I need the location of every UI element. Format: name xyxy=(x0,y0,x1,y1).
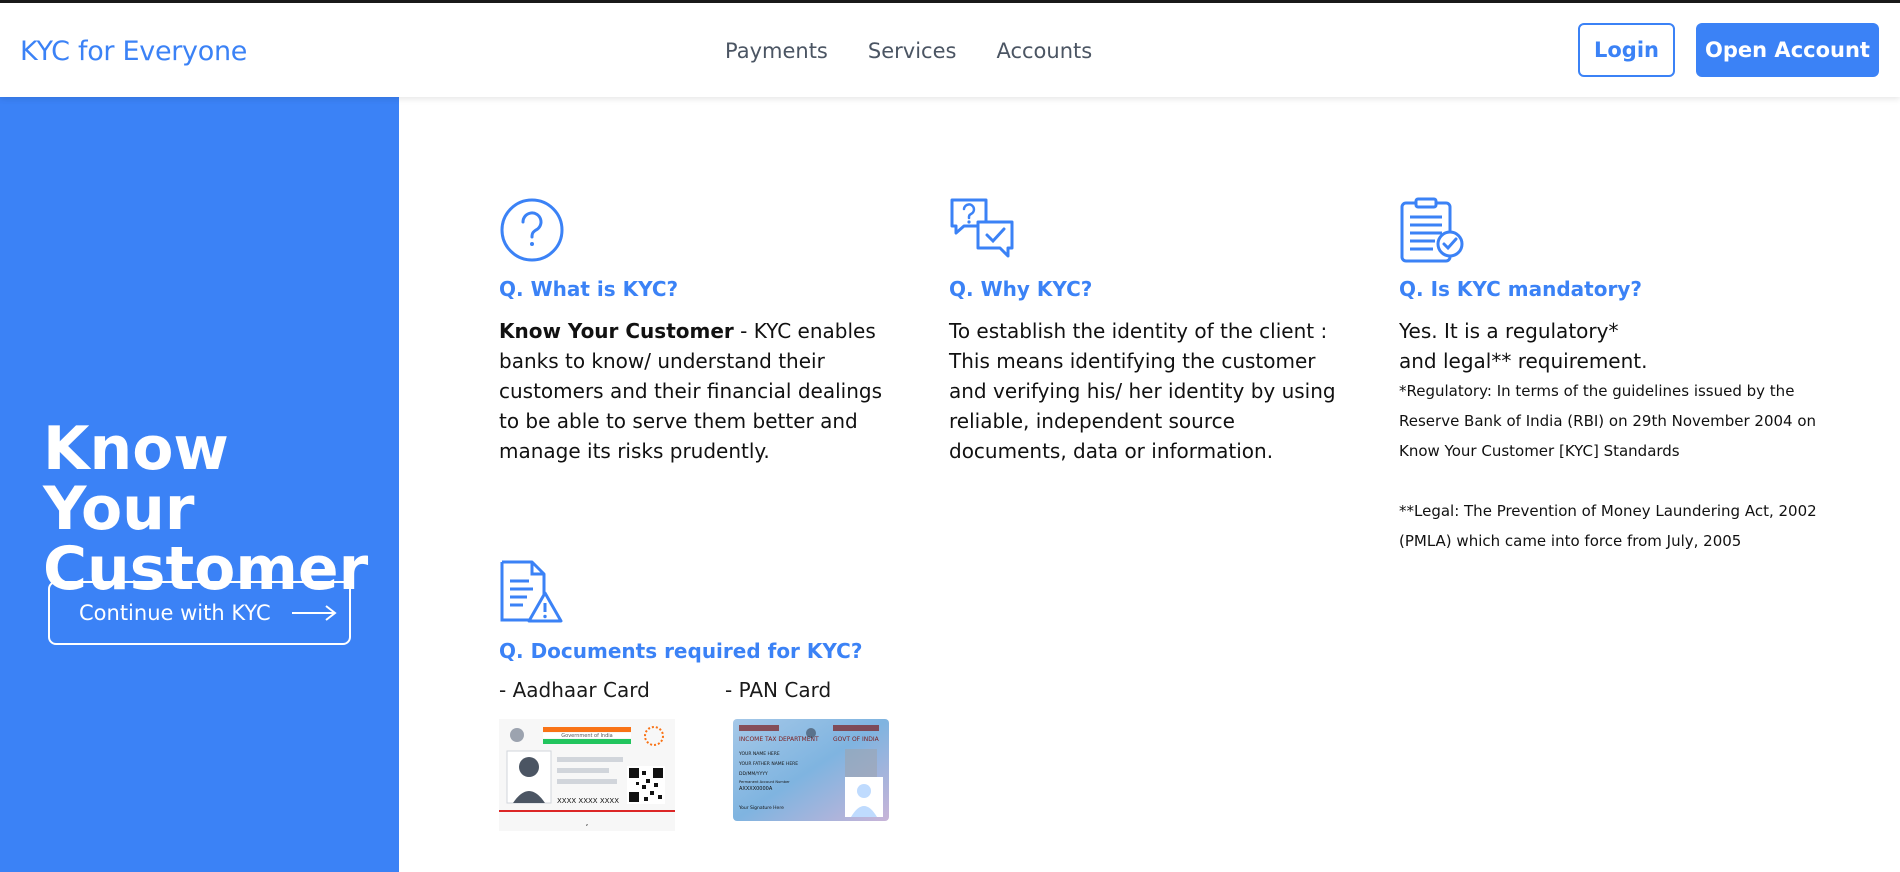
faq-answer-line1: Yes. It is a regulatory* xyxy=(1399,319,1619,343)
aadhaar-number-mask: XXXX XXXX XXXX xyxy=(557,797,619,805)
faq-answer: To establish the identity of the client … xyxy=(949,319,1336,463)
question-circle-icon xyxy=(500,198,564,262)
doc-pan-label: - PAN Card xyxy=(725,678,832,702)
hero-title-line1: Know Your xyxy=(43,414,229,544)
pan-account-label: Permanent Account Number xyxy=(739,780,790,784)
main-nav: Payments Services Accounts xyxy=(725,39,1092,63)
chat-question-check-icon xyxy=(950,198,1014,258)
aadhaar-footer-mark: , xyxy=(586,818,589,827)
arrow-right-icon xyxy=(291,605,337,621)
continue-kyc-label: Continue with KYC xyxy=(79,601,271,625)
nav-accounts[interactable]: Accounts xyxy=(996,39,1092,63)
faq-answer: Yes. It is a regulatory* and legal** req… xyxy=(1399,316,1819,376)
nav-services[interactable]: Services xyxy=(868,39,957,63)
pan-number-mask: AXXXX0000A xyxy=(739,786,773,792)
doc-aadhaar-label: - Aadhaar Card xyxy=(499,678,650,702)
aadhaar-header-text: Government of India xyxy=(561,733,612,739)
continue-kyc-button[interactable]: Continue with KYC xyxy=(48,581,351,645)
documents-list: - Aadhaar Card - PAN Card xyxy=(499,678,949,702)
faq-answer-line2: and legal** requirement. xyxy=(1399,349,1648,373)
note-legal: **Legal: The Prevention of Money Launder… xyxy=(1399,502,1817,550)
open-account-button[interactable]: Open Account xyxy=(1696,23,1879,77)
clipboard-check-icon xyxy=(1400,197,1464,263)
faq-answer-bold: Know Your Customer xyxy=(499,319,734,343)
pan-govt-text: GOVT OF INDIA xyxy=(833,736,880,743)
aadhaar-card-image: Government of India XXXX XXXX XXXX , xyxy=(499,719,675,831)
faq-question: Q. Documents required for KYC? xyxy=(499,639,863,663)
faq-why-kyc: Q. Why KYC? To establish the identity of… xyxy=(949,197,1349,466)
pan-card-image: INCOME TAX DEPARTMENT GOVT OF INDIA YOUR… xyxy=(733,719,889,821)
hero-panel: Know Your Customer Continue with KYC xyxy=(0,97,399,872)
pan-dept-text: INCOME TAX DEPARTMENT xyxy=(739,736,819,743)
faq-question: Q. Why KYC? xyxy=(949,277,1093,301)
login-button[interactable]: Login xyxy=(1578,23,1675,77)
pan-father-field: YOUR FATHER NAME HERE xyxy=(738,761,798,767)
pan-name-field: YOUR NAME HERE xyxy=(738,751,780,757)
faq-question: Q. Is KYC mandatory? xyxy=(1399,277,1642,301)
faq-question: Q. What is KYC? xyxy=(499,277,679,301)
hero-title: Know Your Customer xyxy=(43,419,399,599)
faq-is-kyc-mandatory: Q. Is KYC mandatory? Yes. It is a regula… xyxy=(1399,197,1819,556)
faq-documents-required: Q. Documents required for KYC? - Aadhaar… xyxy=(499,559,949,831)
document-warning-icon xyxy=(500,560,563,623)
site-header: KYC for Everyone Payments Services Accou… xyxy=(0,3,1900,97)
nav-payments[interactable]: Payments xyxy=(725,39,828,63)
brand-logo[interactable]: KYC for Everyone xyxy=(20,36,247,67)
pan-signature-field: Your Signature Here xyxy=(738,805,784,811)
pan-dob-field: DD/MM/YYYY xyxy=(739,771,768,777)
faq-what-is-kyc: Q. What is KYC? Know Your Customer - KYC… xyxy=(499,197,899,466)
faq-answer: Know Your Customer - KYC enables banks t… xyxy=(499,316,899,466)
note-regulatory: *Regulatory: In terms of the guidelines … xyxy=(1399,382,1817,460)
